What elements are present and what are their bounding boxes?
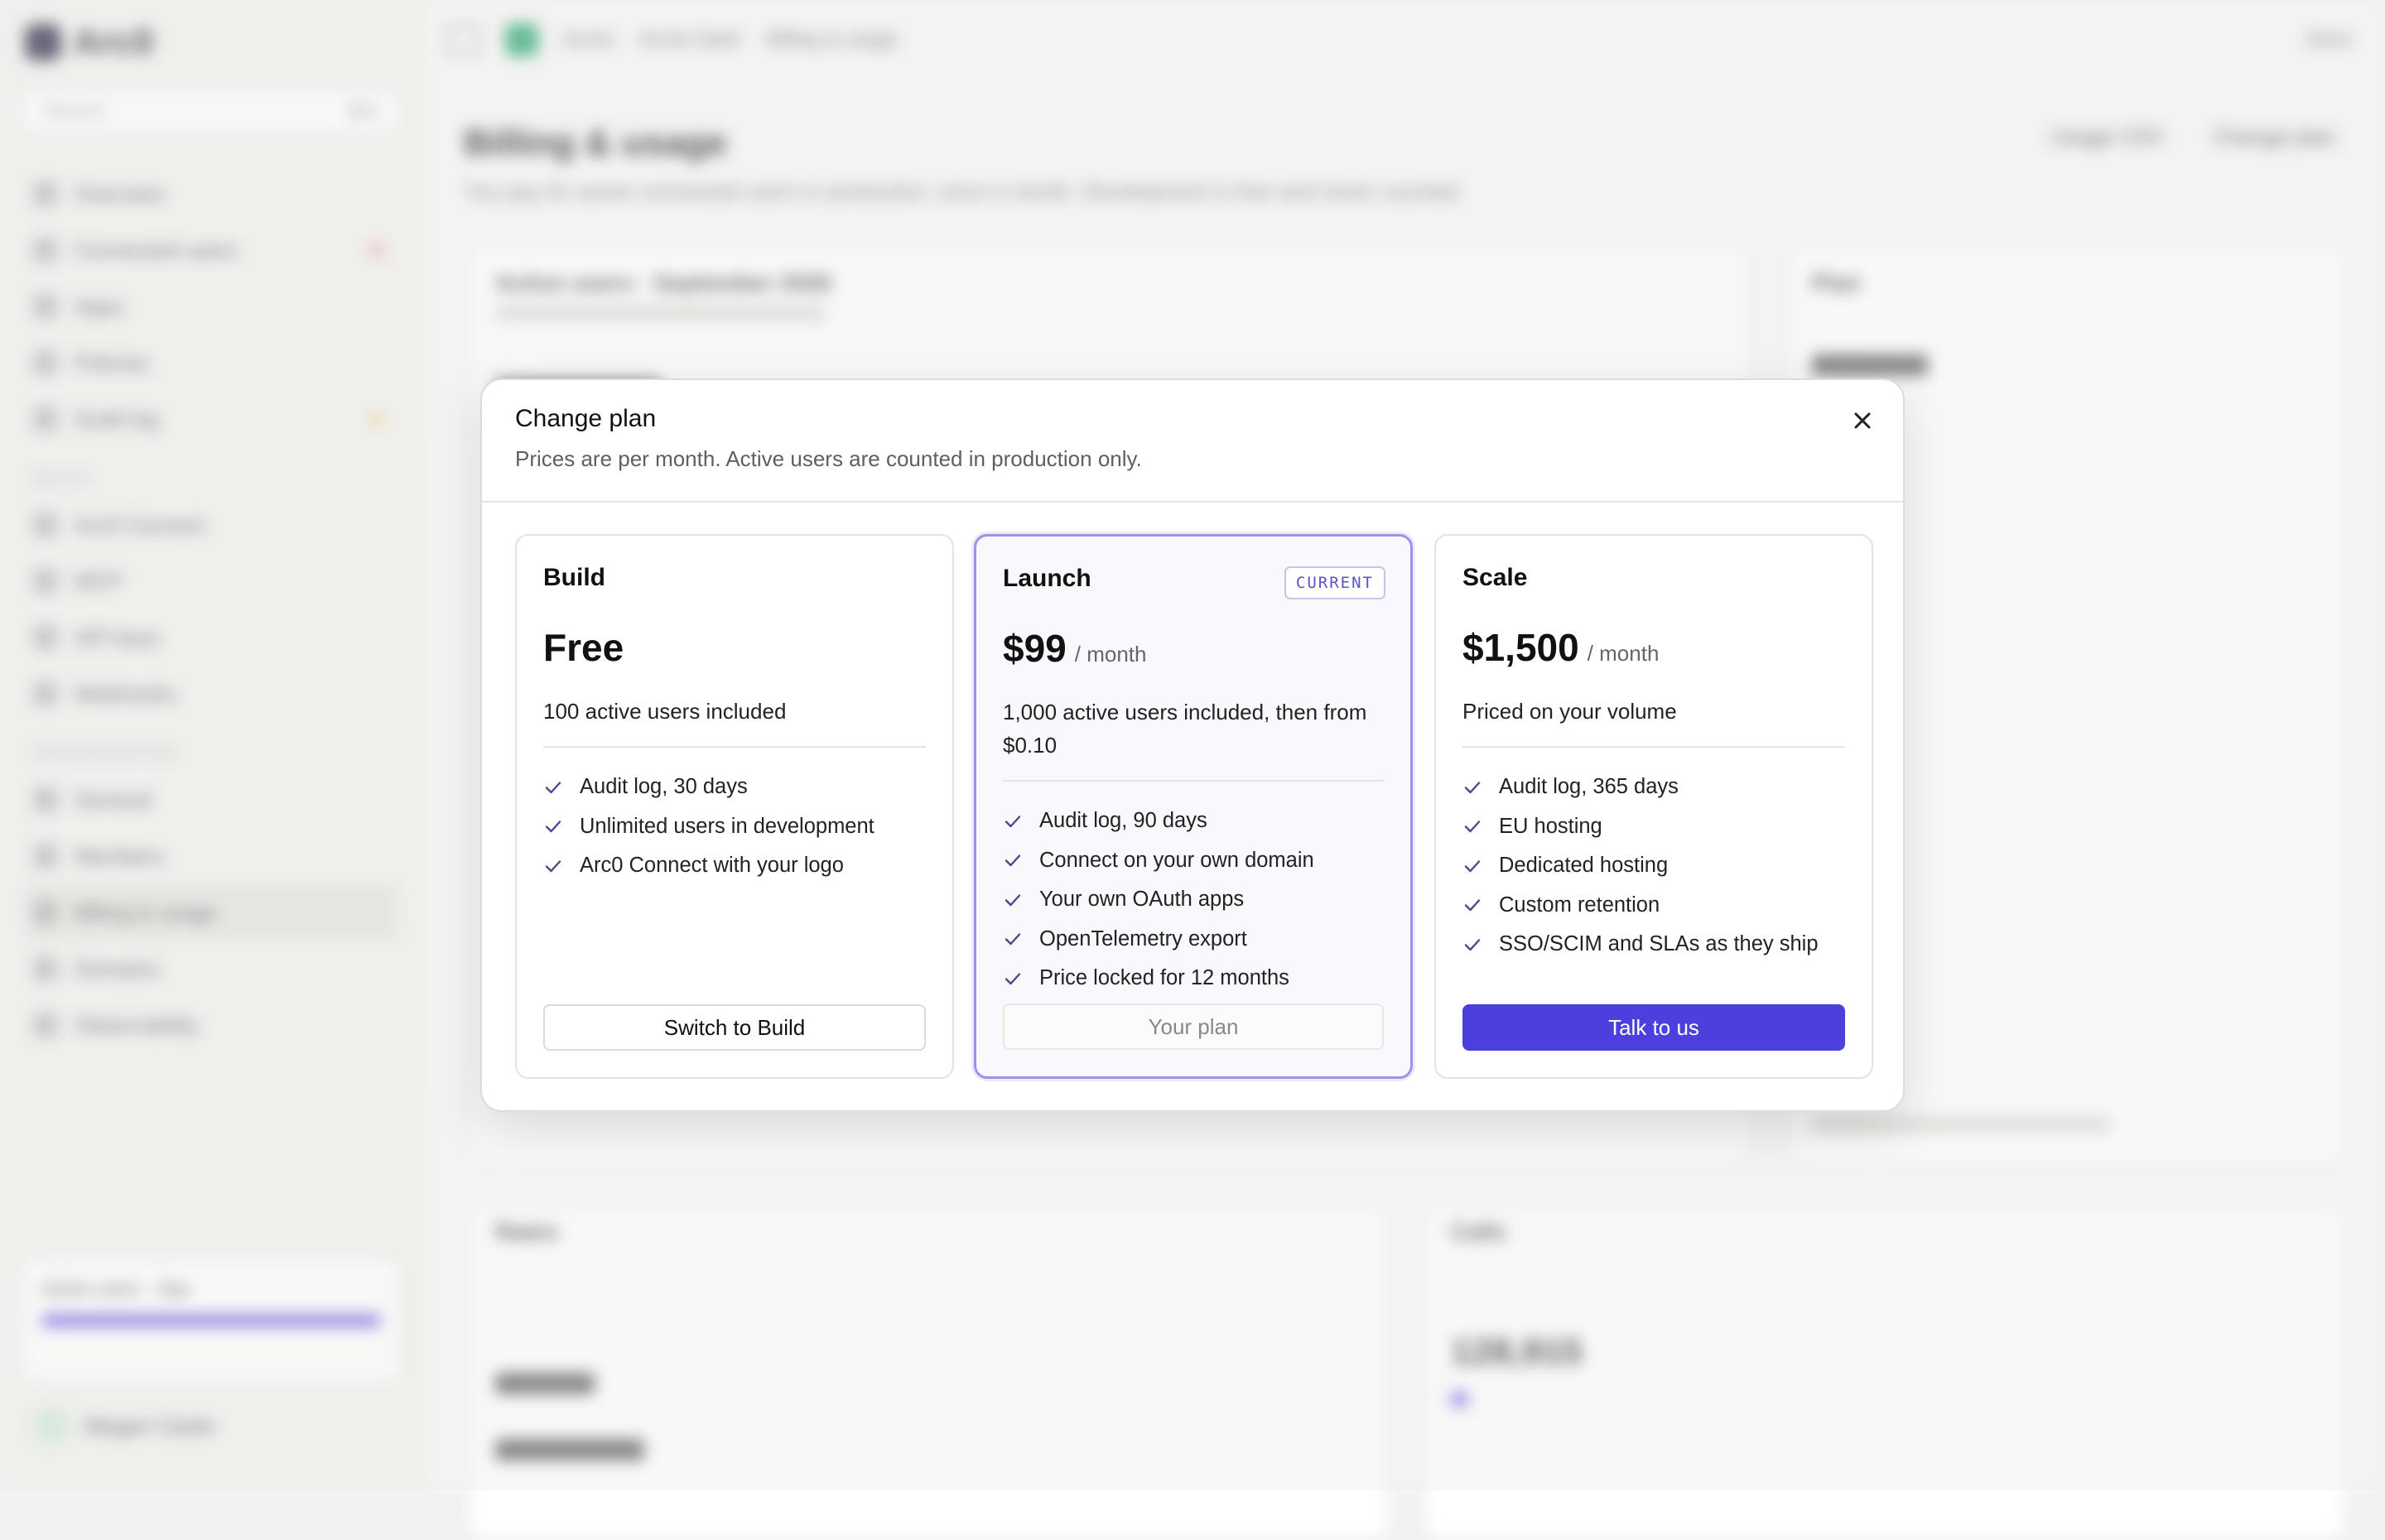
check-icon	[545, 782, 561, 793]
feature-list: Audit log, 365 days EU hosting Dedicated h…	[1462, 768, 1845, 965]
plan-divider	[1003, 780, 1384, 782]
talk-to-us-button[interactable]: Talk to us	[1462, 1004, 1845, 1051]
plan-price: $99	[1003, 627, 1067, 670]
check-icon	[1464, 860, 1481, 872]
plan-options: Build Free 100 active users included Aud…	[515, 534, 1873, 1079]
plan-price-row: $99 / month	[1003, 626, 1384, 674]
check-icon	[1005, 854, 1021, 867]
check-icon	[1005, 973, 1021, 984]
dialog-header: Change plan Prices are per month. Active…	[482, 380, 1903, 503]
plan-period: / month	[1074, 642, 1147, 667]
plan-price: Free	[543, 626, 624, 669]
feature-item: Audit log, 90 days	[1003, 801, 1384, 841]
change-plan-dialog: Change plan Prices are per month. Active…	[480, 378, 1905, 1112]
plan-name: Scale	[1462, 564, 1528, 591]
feature-label: Dedicated hosting	[1499, 854, 1669, 878]
check-icon	[1005, 816, 1021, 827]
plan-divider	[1462, 746, 1845, 748]
close-button[interactable]	[1843, 402, 1882, 440]
switch-to-build-button[interactable]: Switch to Build	[543, 1004, 926, 1051]
dialog-title: Change plan	[515, 405, 657, 432]
feature-item: Audit log, 365 days	[1462, 768, 1845, 807]
plan-name: Build	[543, 564, 605, 591]
feature-label: Custom retention	[1499, 893, 1660, 917]
plan-description: 100 active users included	[543, 699, 787, 724]
feature-label: Unlimited users in development	[580, 814, 874, 838]
feature-label: Audit log, 365 days	[1499, 775, 1679, 799]
feature-item: Unlimited users in development	[543, 807, 926, 847]
feature-item: SSO/SCIM and SLAs as they ship	[1462, 925, 1845, 965]
feature-item: Audit log, 30 days	[543, 768, 926, 807]
feature-label: OpenTelemetry export	[1039, 926, 1247, 950]
plan-description: Priced on your volume	[1462, 699, 1677, 724]
check-icon	[1005, 894, 1021, 906]
feature-label: Your own OAuth apps	[1039, 888, 1245, 912]
your-plan-button: Your plan	[1003, 1003, 1384, 1050]
feature-item: Dedicated hosting	[1462, 846, 1845, 886]
feature-list: Audit log, 90 days Connect on your own do…	[1003, 801, 1384, 999]
feature-item: Arc0 Connect with your logo	[543, 846, 926, 886]
plan-card-scale[interactable]: Scale $1,500 / month Priced on your volu…	[1434, 534, 1873, 1079]
dialog-subtitle: Prices are per month. Active users are c…	[515, 446, 1142, 471]
check-icon	[1464, 821, 1481, 833]
feature-label: Arc0 Connect with your logo	[580, 854, 844, 878]
feature-label: Price locked for 12 months	[1039, 966, 1289, 990]
plan-price-row: $1,500 / month	[1462, 625, 1845, 673]
feature-label: EU hosting	[1499, 814, 1602, 838]
close-icon	[1854, 412, 1871, 429]
feature-item: Custom retention	[1462, 886, 1845, 926]
plan-price-row: Free	[543, 625, 926, 673]
plan-period: / month	[1587, 641, 1660, 666]
check-icon	[545, 821, 561, 833]
plan-divider	[543, 746, 926, 748]
feature-label: SSO/SCIM and SLAs as they ship	[1499, 932, 1819, 956]
feature-item: EU hosting	[1462, 807, 1845, 847]
plan-card-launch[interactable]: Launch CURRENT $99 / month 1,000 active …	[974, 534, 1413, 1079]
check-icon	[1005, 933, 1021, 946]
feature-label: Audit log, 90 days	[1039, 809, 1207, 833]
feature-list: Audit log, 30 days Unlimited users in dev…	[543, 768, 926, 886]
feature-item: Your own OAuth apps	[1003, 880, 1384, 920]
plan-description: 1,000 active users included, then from $…	[1003, 700, 1367, 758]
plan-card-build[interactable]: Build Free 100 active users included Aud…	[515, 534, 954, 1079]
feature-label: Connect on your own domain	[1039, 848, 1314, 872]
feature-item: Connect on your own domain	[1003, 841, 1384, 881]
check-icon	[1464, 899, 1481, 912]
check-icon	[1464, 782, 1481, 793]
feature-label: Audit log, 30 days	[580, 775, 748, 799]
feature-item: Price locked for 12 months	[1003, 959, 1384, 999]
check-icon	[1464, 939, 1481, 950]
check-icon	[545, 860, 561, 872]
feature-item: OpenTelemetry export	[1003, 920, 1384, 960]
plan-price: $1,500	[1462, 626, 1579, 669]
current-plan-badge: CURRENT	[1284, 566, 1385, 599]
